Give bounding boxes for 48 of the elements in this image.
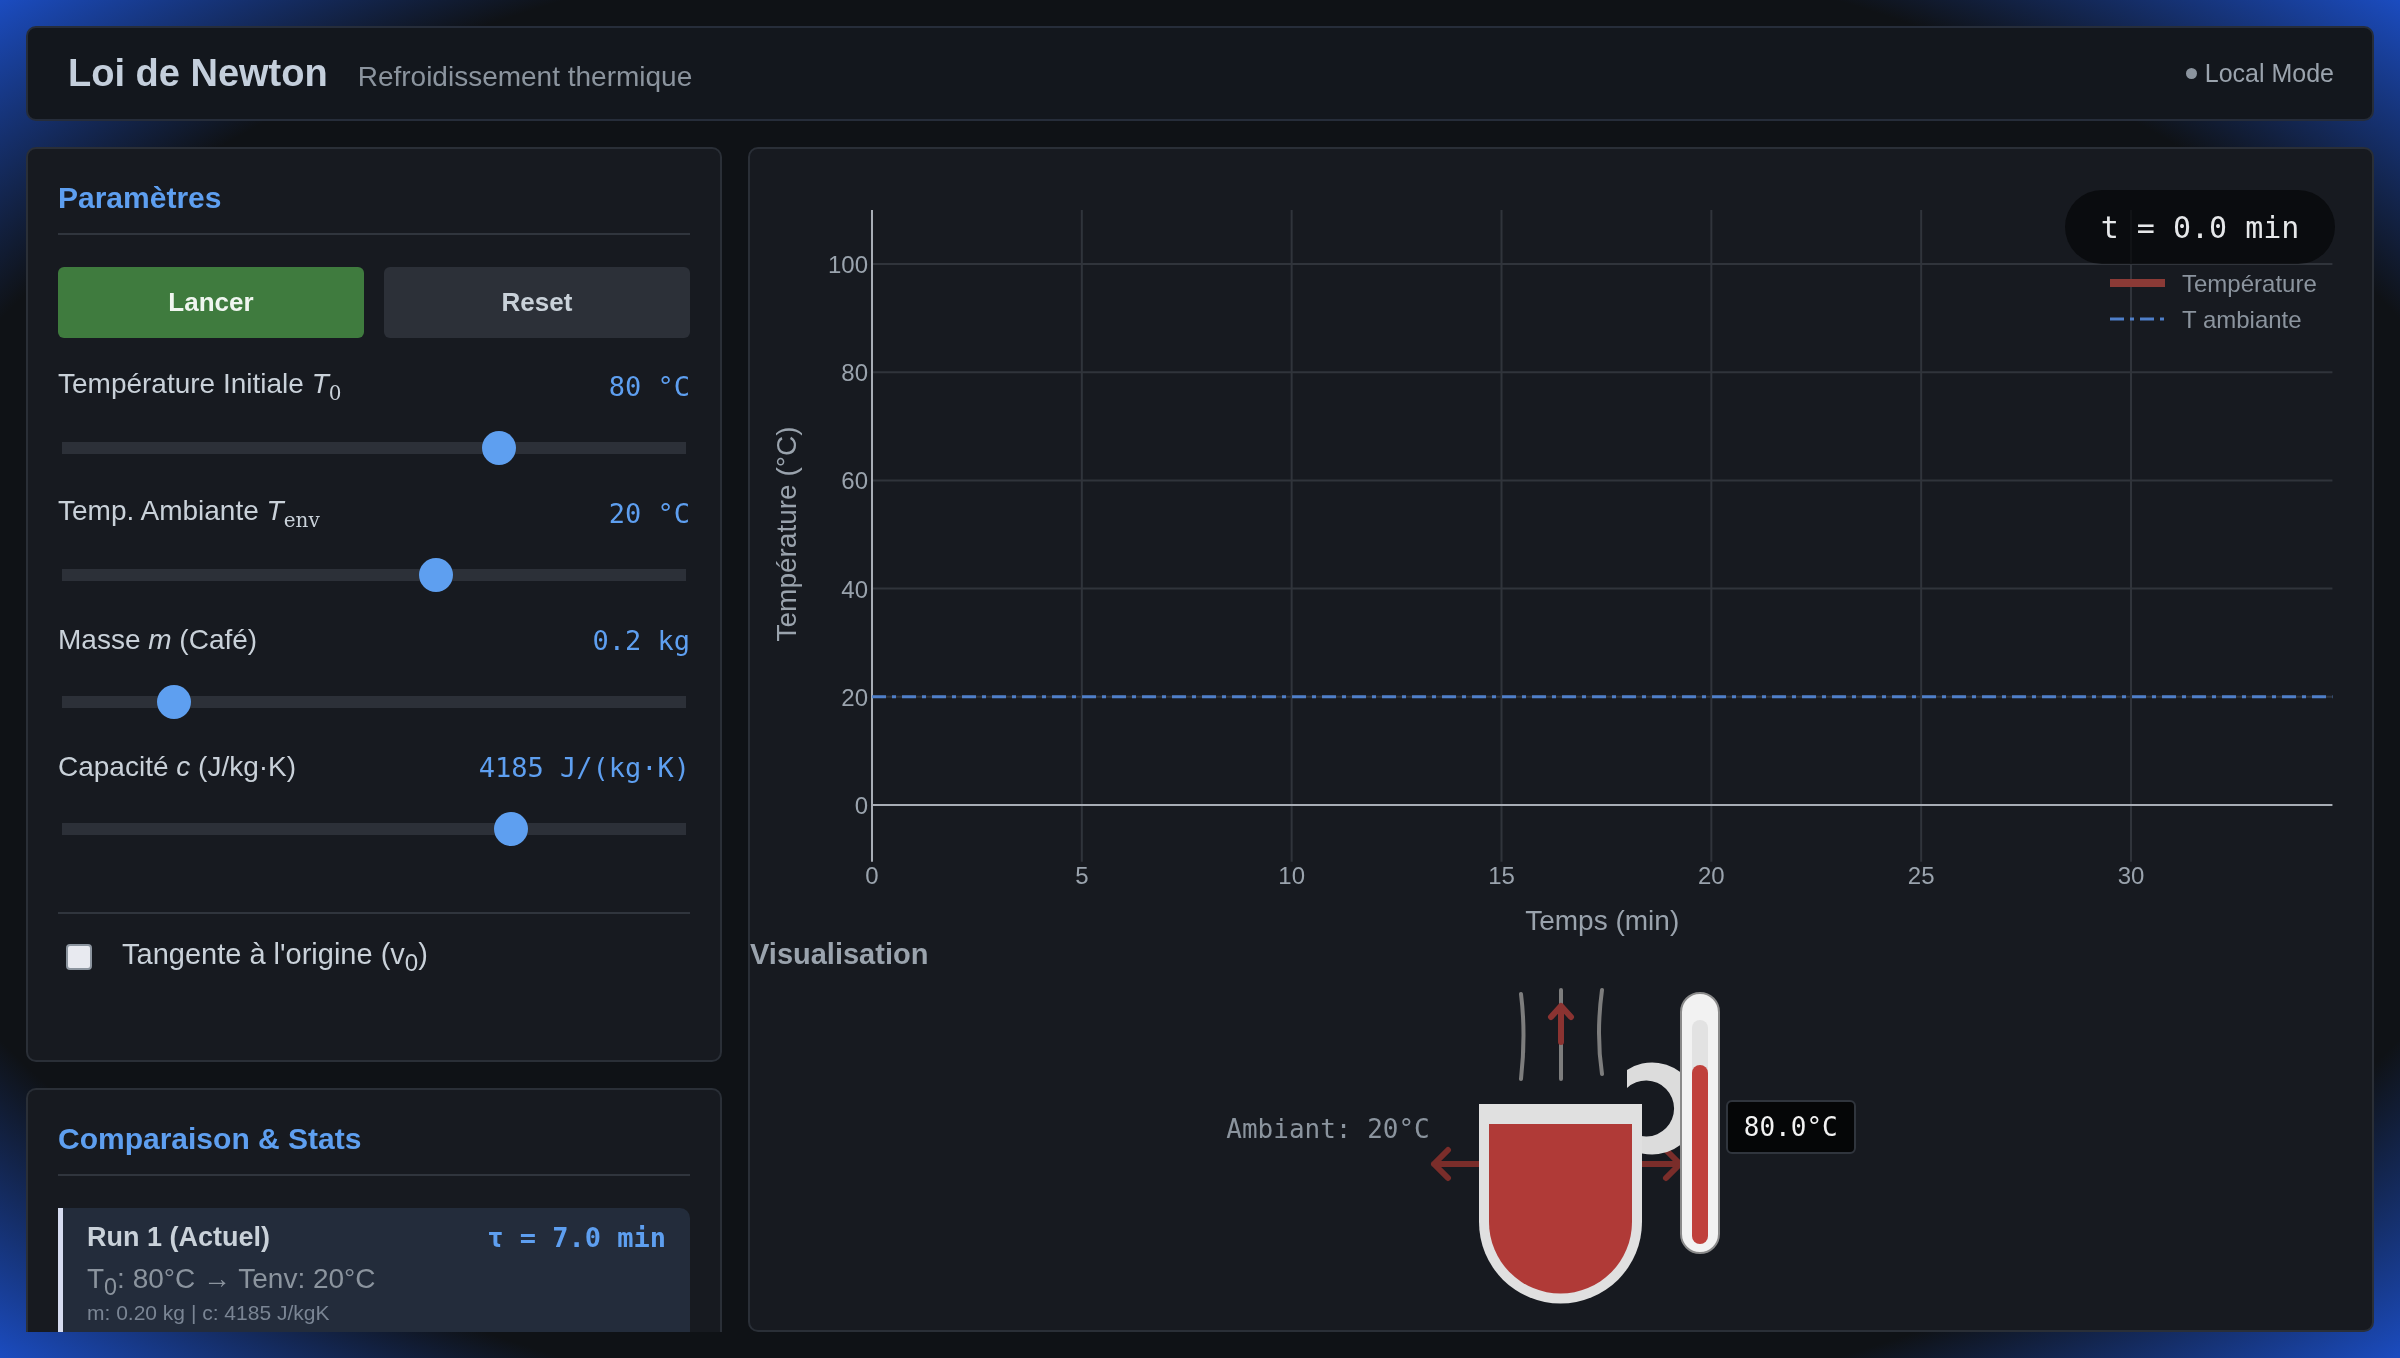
x-tick-label: 15 <box>1488 861 1515 889</box>
start-button[interactable]: Lancer <box>58 267 364 338</box>
panel-title: Paramètres <box>58 180 223 216</box>
slider-label: Masse m (Café) <box>58 624 258 656</box>
reset-button[interactable]: Reset <box>384 267 690 338</box>
checkbox[interactable] <box>66 944 92 971</box>
legend-swatch <box>2110 317 2165 321</box>
x-axis-label: Temps (min) <box>1525 905 1680 936</box>
x-tick-label: 20 <box>1698 861 1725 889</box>
slider-value: 0.2 kg <box>592 624 690 656</box>
y-axis-label: Température (°C) <box>771 426 802 642</box>
legend-label: T ambiante <box>2182 306 2302 333</box>
slider-label: Température Initiale T$_{0}$ <box>58 367 342 405</box>
checkbox-label: Tangente à l'origine (v$_{0}$) <box>122 938 428 977</box>
y-tick-label: 100 <box>827 251 868 278</box>
slider-value: 4185 J/(kg·K) <box>478 751 690 783</box>
temperature-readout: 80.0°C <box>1725 1100 1856 1154</box>
run-parameters: m: 0.20 kg | c: 4185 J/kgK <box>87 1300 331 1325</box>
y-tick-label: 60 <box>841 467 868 495</box>
slider-thumb[interactable] <box>494 812 529 846</box>
slider-label: Capacité c (J/kg·K) <box>58 751 297 783</box>
run-temperatures: T$_{0}$: 80°C → Tenv: 20°C <box>87 1263 377 1301</box>
x-tick-label: 0 <box>865 861 879 889</box>
section-title: Visualisation <box>750 937 930 972</box>
app-subtitle: Refroidissement thermique <box>357 61 693 93</box>
time-tooltip: t = 0.0 min <box>2065 190 2335 264</box>
panel-title: Comparaison & Stats <box>58 1121 363 1157</box>
x-tick-label: 30 <box>2117 861 2145 889</box>
slider-thumb[interactable] <box>481 431 516 465</box>
y-tick-label: 0 <box>854 792 868 819</box>
slider-value: 20 °C <box>608 497 690 529</box>
x-tick-label: 10 <box>1278 861 1305 889</box>
app-title: Loi de Newton <box>68 52 328 95</box>
slider-thumb[interactable] <box>419 558 454 592</box>
x-tick-label: 25 <box>1907 861 1935 889</box>
x-tick-label: 5 <box>1075 861 1089 889</box>
status-dot-icon <box>2185 68 2197 79</box>
y-tick-label: 40 <box>841 575 868 603</box>
slider-thumb[interactable] <box>157 685 192 719</box>
legend-label: Température <box>2182 270 2317 297</box>
tau-value: τ = 7.0 min <box>487 1222 666 1253</box>
slider-value: 80 °C <box>608 370 690 402</box>
y-tick-label: 20 <box>841 683 868 711</box>
y-tick-label: 80 <box>841 359 868 387</box>
run-name: Run 1 (Actuel) <box>87 1222 270 1253</box>
ambient-label: Ambiant: 20°C <box>1226 1114 1430 1144</box>
slider-label: Temp. Ambiante T$_{env}$ <box>58 494 320 532</box>
mode-label: Local Mode <box>2204 59 2334 88</box>
